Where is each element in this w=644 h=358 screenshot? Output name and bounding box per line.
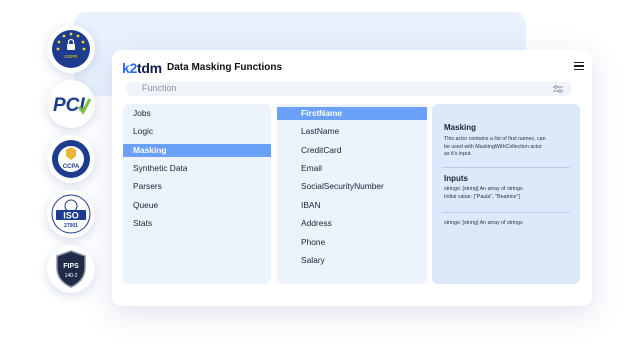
k2tdm-logo: k2tdm bbox=[122, 60, 162, 76]
category-item-queue[interactable]: Queue bbox=[123, 199, 271, 212]
function-item-address[interactable]: Address bbox=[277, 217, 427, 230]
svg-text:PCI: PCI bbox=[53, 95, 85, 116]
function-item-email[interactable]: Email bbox=[277, 162, 427, 175]
svg-text:27001: 27001 bbox=[64, 223, 78, 229]
function-item-salary[interactable]: Salary bbox=[277, 254, 427, 267]
gdpr-badge: GDPR bbox=[47, 25, 95, 73]
function-item-lastname[interactable]: LastName bbox=[277, 125, 427, 138]
inputs-heading: Inputs bbox=[444, 174, 468, 183]
svg-text:CCPA: CCPA bbox=[63, 164, 80, 170]
details-heading: Masking bbox=[444, 123, 477, 132]
details-description: This actor contains a list of first name… bbox=[444, 136, 546, 157]
ccpa-badge: CCPA bbox=[47, 135, 95, 183]
pci-icon: PCI bbox=[53, 95, 91, 116]
svg-text:GDPR: GDPR bbox=[64, 54, 78, 59]
page-title: Data Masking Functions bbox=[167, 62, 283, 73]
function-item-ssn[interactable]: SocialSecurityNumber bbox=[277, 180, 427, 193]
function-details: Masking This actor contains a list of fi… bbox=[432, 104, 580, 284]
filter-icon[interactable] bbox=[552, 84, 564, 94]
function-item-phone[interactable]: Phone bbox=[277, 236, 427, 249]
function-item-firstname[interactable]: FirstName bbox=[277, 107, 427, 120]
function-item-creditcard[interactable]: CreditCard bbox=[277, 144, 427, 157]
function-list: FirstName LastName CreditCard Email Soci… bbox=[277, 104, 427, 284]
hamburger-menu-icon[interactable] bbox=[574, 62, 584, 72]
svg-text:ISO: ISO bbox=[63, 211, 79, 221]
gdpr-icon: GDPR bbox=[52, 30, 90, 68]
fips-badge: FIPS 140-2 bbox=[47, 245, 95, 293]
ccpa-icon: CCPA bbox=[52, 140, 90, 178]
category-item-parsers[interactable]: Parsers bbox=[123, 180, 271, 193]
category-item-jobs[interactable]: Jobs bbox=[123, 107, 271, 120]
pci-badge: PCI bbox=[47, 80, 95, 128]
category-item-stats[interactable]: Stats bbox=[123, 217, 271, 230]
fips-shield-icon: FIPS 140-2 bbox=[56, 250, 86, 288]
details-divider bbox=[442, 167, 570, 168]
category-item-logic[interactable]: Logic bbox=[123, 125, 271, 138]
search-label: Function bbox=[142, 83, 177, 93]
category-item-masking[interactable]: Masking bbox=[123, 144, 271, 157]
function-item-iban[interactable]: IBAN bbox=[277, 199, 427, 212]
inputs-divider bbox=[442, 212, 570, 213]
data-masking-panel: k2tdm Data Masking Functions Function Jo… bbox=[112, 50, 592, 306]
output-description: strings: [string] An array of strings bbox=[444, 220, 523, 226]
iso-badge: ISO 27001 bbox=[47, 190, 95, 238]
svg-text:FIPS: FIPS bbox=[63, 263, 79, 270]
function-search-input[interactable]: Function bbox=[126, 82, 572, 96]
category-item-synthetic-data[interactable]: Synthetic Data bbox=[123, 162, 271, 175]
iso-icon: ISO 27001 bbox=[51, 194, 91, 234]
category-list: Jobs Logic Masking Synthetic Data Parser… bbox=[123, 104, 271, 284]
inputs-description: strings: [string] An array of strings In… bbox=[444, 186, 523, 200]
svg-text:140-2: 140-2 bbox=[65, 273, 78, 279]
